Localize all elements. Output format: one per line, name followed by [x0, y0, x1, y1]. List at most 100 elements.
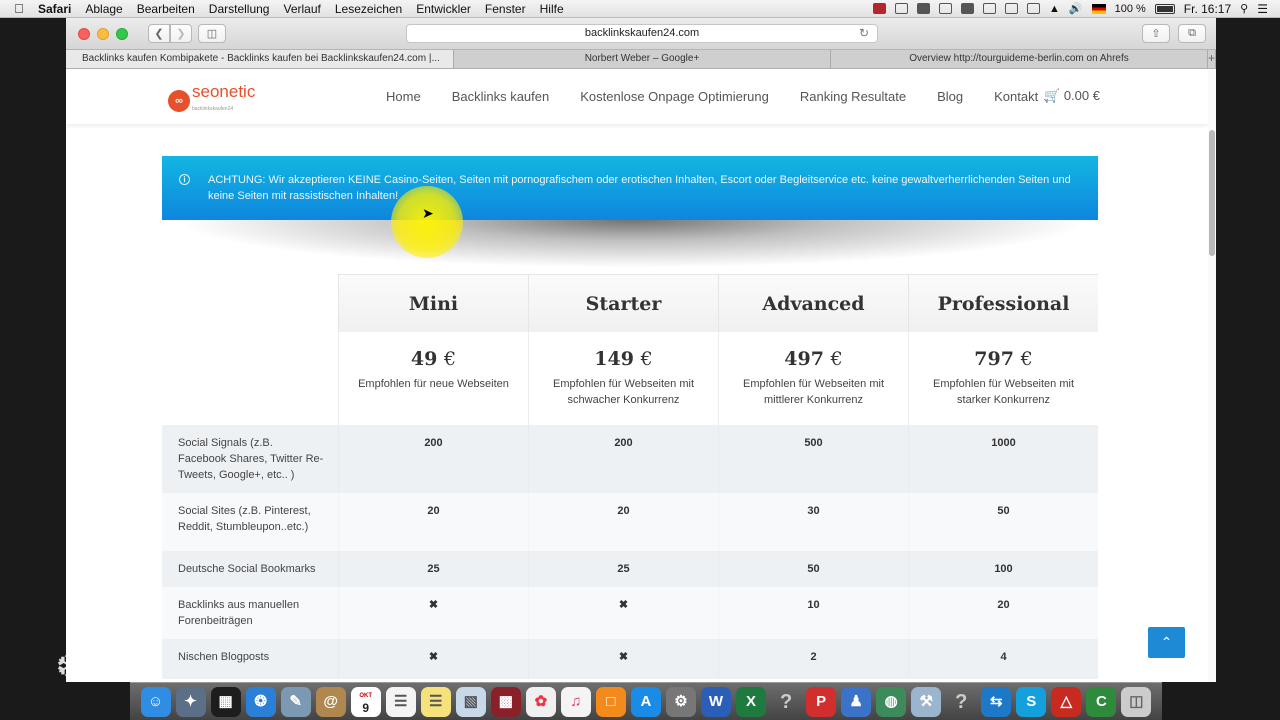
battery-icon[interactable] — [1154, 3, 1175, 14]
app-status-icon[interactable] — [873, 3, 886, 14]
menu-app[interactable]: Safari — [38, 2, 71, 16]
shield-icon[interactable] — [917, 3, 930, 14]
tab-ahrefs[interactable]: Overview http://tourguideme-berlin.com o… — [831, 50, 1208, 68]
dock: ☺ ✦ ▦ ❂ ✎ @ OKT 9 ☰ ☰ ▧ ▩ ✿ ♫ □ A ⚙ W X ?… — [130, 682, 1162, 720]
excel-icon[interactable]: X — [736, 686, 767, 717]
mission-control-icon[interactable]: ▦ — [210, 686, 241, 717]
reminders-icon[interactable]: ☰ — [385, 686, 416, 717]
camtasia-icon[interactable]: C — [1086, 686, 1117, 717]
system-preferences-icon[interactable]: ⚙ — [665, 686, 696, 717]
minimize-window-button[interactable] — [97, 27, 109, 40]
airplay-icon[interactable] — [983, 3, 996, 14]
dropbox-icon[interactable] — [939, 3, 952, 14]
forward-button[interactable]: ❯ — [170, 24, 192, 43]
teamviewer-icon[interactable]: ⇆ — [981, 686, 1012, 717]
menu-hilfe[interactable]: Hilfe — [540, 2, 564, 16]
safari-icon[interactable]: ❂ — [245, 686, 276, 717]
lync-icon[interactable]: ♟ — [841, 686, 872, 717]
photo-app-icon[interactable]: ▩ — [490, 686, 521, 717]
menu-ablage[interactable]: Ablage — [85, 2, 122, 16]
x-icon: ✖ — [618, 651, 629, 663]
wifi-icon[interactable]: ▲ — [1049, 3, 1060, 15]
launchpad-icon[interactable]: ✦ — [175, 686, 206, 717]
nav-ranking-resultate[interactable]: Ranking Resultate — [800, 89, 906, 104]
maximize-window-button[interactable] — [116, 27, 128, 40]
network-app-icon[interactable]: ◍ — [876, 686, 907, 717]
reload-icon[interactable]: ↻ — [859, 25, 869, 42]
alert-text: ACHTUNG: Wir akzeptieren KEINE Casino-Se… — [208, 174, 1071, 202]
feature-label: Nischen Blogposts — [178, 651, 270, 663]
menu-bar:  Safari Ablage Bearbeiten Darstellung V… — [0, 0, 1280, 18]
plan-price-row: 49 € Empfohlen für neue Webseiten 149 € … — [162, 332, 1098, 425]
ibooks-icon[interactable]: □ — [595, 686, 626, 717]
plan-price-starter: 149 € Empfohlen für Webseiten mit schwac… — [528, 332, 718, 425]
list-icon[interactable]: ☰ — [1257, 2, 1268, 16]
plan-name-mini: Mini — [338, 274, 528, 332]
menu-verlauf[interactable]: Verlauf — [283, 2, 320, 16]
x-icon: ✖ — [428, 651, 439, 663]
feature-value-starter: 25 — [617, 563, 630, 575]
bluetooth-icon[interactable] — [1027, 3, 1040, 14]
back-to-top-button[interactable]: ⌃ — [1148, 627, 1185, 658]
flag-de-icon[interactable] — [1091, 3, 1106, 14]
acrobat-icon[interactable]: △ — [1051, 686, 1082, 717]
app-store-icon[interactable]: A — [630, 686, 661, 717]
nav-backlinks-kaufen[interactable]: Backlinks kaufen — [452, 89, 550, 104]
back-button[interactable]: ❮ — [148, 24, 170, 43]
chevron-up-icon: ⌃ — [1160, 634, 1173, 650]
history-nav: ❮ ❯ — [148, 24, 192, 43]
menu-fenster[interactable]: Fenster — [485, 2, 526, 16]
cart-link[interactable]: 🛒 0.00 € — [1044, 88, 1100, 104]
photo-booth-icon[interactable]: ▧ — [455, 686, 486, 717]
show-tabs-button[interactable]: ⧉ — [1178, 24, 1206, 43]
nav-blog[interactable]: Blog — [937, 89, 963, 104]
price-currency: € — [443, 348, 457, 370]
preview-icon[interactable]: ✎ — [280, 686, 311, 717]
plan-name-advanced: Advanced — [718, 274, 908, 332]
notes-icon[interactable]: ☰ — [420, 686, 451, 717]
utility-app-icon[interactable]: ⚒ — [911, 686, 942, 717]
clipboard-icon[interactable] — [895, 3, 908, 14]
pricing-table: Mini Starter Advanced Professional 49 € … — [162, 274, 1098, 679]
page-scrollbar[interactable] — [1208, 70, 1216, 682]
scrollbar-thumb[interactable] — [1209, 130, 1215, 256]
volume-icon[interactable]: 🔊 — [1069, 2, 1083, 15]
menu-lesezeichen[interactable]: Lesezeichen — [335, 2, 402, 16]
apple-icon[interactable]:  — [0, 1, 38, 16]
nav-onpage-optimierung[interactable]: Kostenlose Onpage Optimierung — [580, 89, 769, 104]
skype-status-icon[interactable] — [961, 3, 974, 14]
menu-bearbeiten[interactable]: Bearbeiten — [137, 2, 195, 16]
nav-kontakt[interactable]: Kontakt ⌄ — [994, 89, 1050, 104]
sidebar-toggle-button[interactable]: ◫ — [198, 24, 226, 43]
word-icon[interactable]: W — [701, 686, 732, 717]
close-window-button[interactable] — [78, 27, 90, 40]
finder-icon[interactable]: ☺ — [140, 686, 171, 717]
price-currency: € — [640, 348, 653, 370]
menu-entwickler[interactable]: Entwickler — [416, 2, 471, 16]
trash-icon[interactable]: ◫ — [1121, 686, 1152, 717]
time-machine-icon[interactable] — [1005, 3, 1018, 14]
share-button[interactable]: ⇧ — [1142, 24, 1170, 43]
unknown-app-icon-2[interactable]: ? — [946, 687, 976, 717]
unknown-app-icon[interactable]: ? — [771, 687, 801, 717]
itunes-icon[interactable]: ♫ — [560, 686, 591, 717]
menu-darstellung[interactable]: Darstellung — [209, 2, 270, 16]
contacts-icon[interactable]: @ — [315, 686, 346, 717]
tab-backlinks[interactable]: Backlinks kaufen Kombipakete - Backlinks… — [66, 50, 454, 68]
calendar-icon[interactable]: OKT 9 — [350, 686, 381, 717]
skype-icon[interactable]: S — [1016, 686, 1047, 717]
powerpoint-icon[interactable]: P — [806, 686, 837, 717]
mouse-cursor-icon: ➤ — [422, 205, 434, 221]
new-tab-button[interactable]: + — [1208, 50, 1216, 68]
site-logo[interactable]: ∞ seonetic backlinkskaufen24 — [168, 82, 256, 117]
tab-google-plus[interactable]: Norbert Weber – Google+ — [454, 50, 831, 68]
address-bar[interactable]: backlinkskaufen24.com ↻ — [406, 24, 878, 43]
feature-row-blogposts: Nischen Blogposts ✖ ✖ 2 4 — [162, 639, 1098, 679]
search-icon[interactable]: ⚲ — [1240, 2, 1248, 15]
photos-icon[interactable]: ✿ — [525, 686, 556, 717]
clock[interactable]: Fr. 16:17 — [1184, 2, 1231, 16]
empty-price-cell — [162, 332, 338, 425]
battery-label[interactable]: 100 % — [1115, 3, 1146, 15]
logo-name: seonetic — [192, 82, 256, 101]
nav-home[interactable]: Home — [386, 89, 421, 104]
